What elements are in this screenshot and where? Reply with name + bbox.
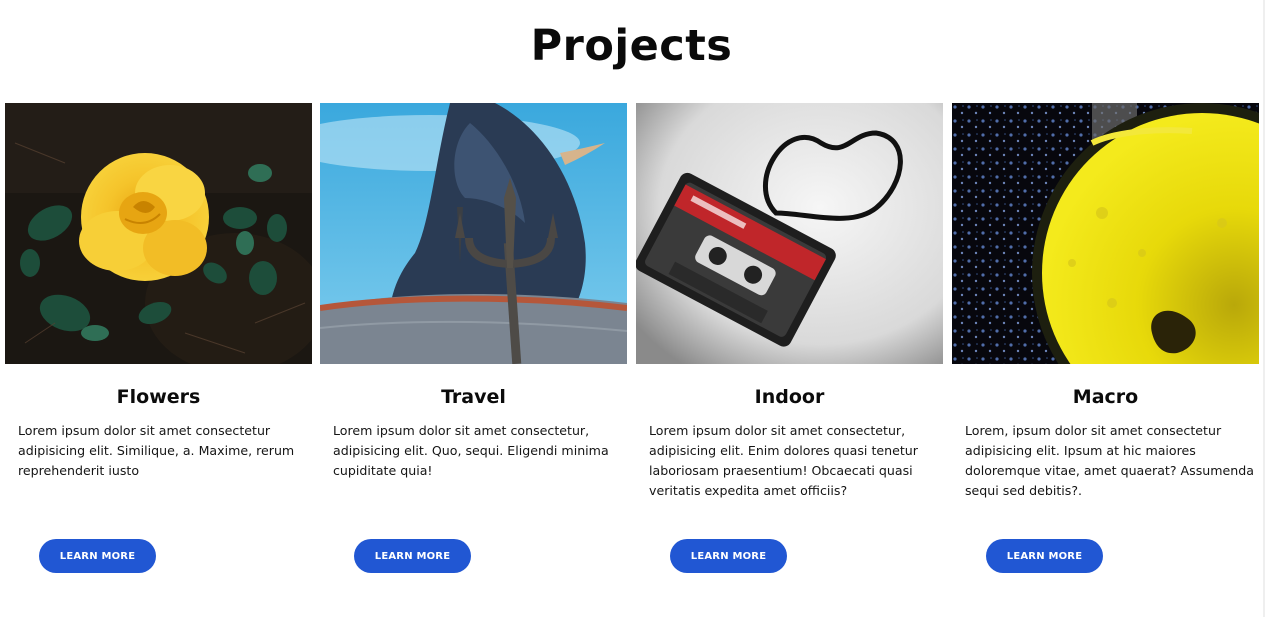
card-title-macro: Macro (1072, 386, 1139, 408)
card-description-flowers: Lorem ipsum dolor sit amet consectetur a… (18, 423, 295, 478)
learn-more-button-indoor[interactable]: LEARN MORE (670, 539, 787, 573)
project-card-macro: Macro Lorem, ipsum dolor sit amet consec… (952, 103, 1259, 583)
card-title-travel: Travel (441, 386, 506, 408)
project-card-flowers: Flowers Lorem ipsum dolor sit amet conse… (5, 103, 312, 583)
card-title-flowers: Flowers (116, 386, 201, 408)
project-card-indoor: Indoor Lorem ipsum dolor sit amet consec… (636, 103, 943, 583)
cassette-tape-heart-photo (636, 103, 943, 364)
card-description-indoor: Lorem ipsum dolor sit amet consectetur, … (649, 423, 918, 498)
projects-page: Projects Flowers Lorem ipsum dolor sit a… (0, 0, 1265, 617)
section-title: Projects (530, 21, 733, 71)
learn-more-button-travel[interactable]: LEARN MORE (354, 539, 471, 573)
card-description-travel: Lorem ipsum dolor sit amet consectetur, … (333, 423, 609, 478)
card-title-indoor: Indoor (754, 386, 825, 408)
learn-more-button-flowers[interactable]: LEARN MORE (39, 539, 156, 573)
card-description-macro: Lorem, ipsum dolor sit amet consectetur … (965, 423, 1254, 498)
lemon-slice-photo (952, 103, 1259, 364)
project-card-travel: Travel Lorem ipsum dolor sit amet consec… (320, 103, 627, 583)
statue-trident-photo (320, 103, 627, 364)
yellow-rose-photo (5, 103, 312, 364)
learn-more-button-macro[interactable]: LEARN MORE (986, 539, 1103, 573)
